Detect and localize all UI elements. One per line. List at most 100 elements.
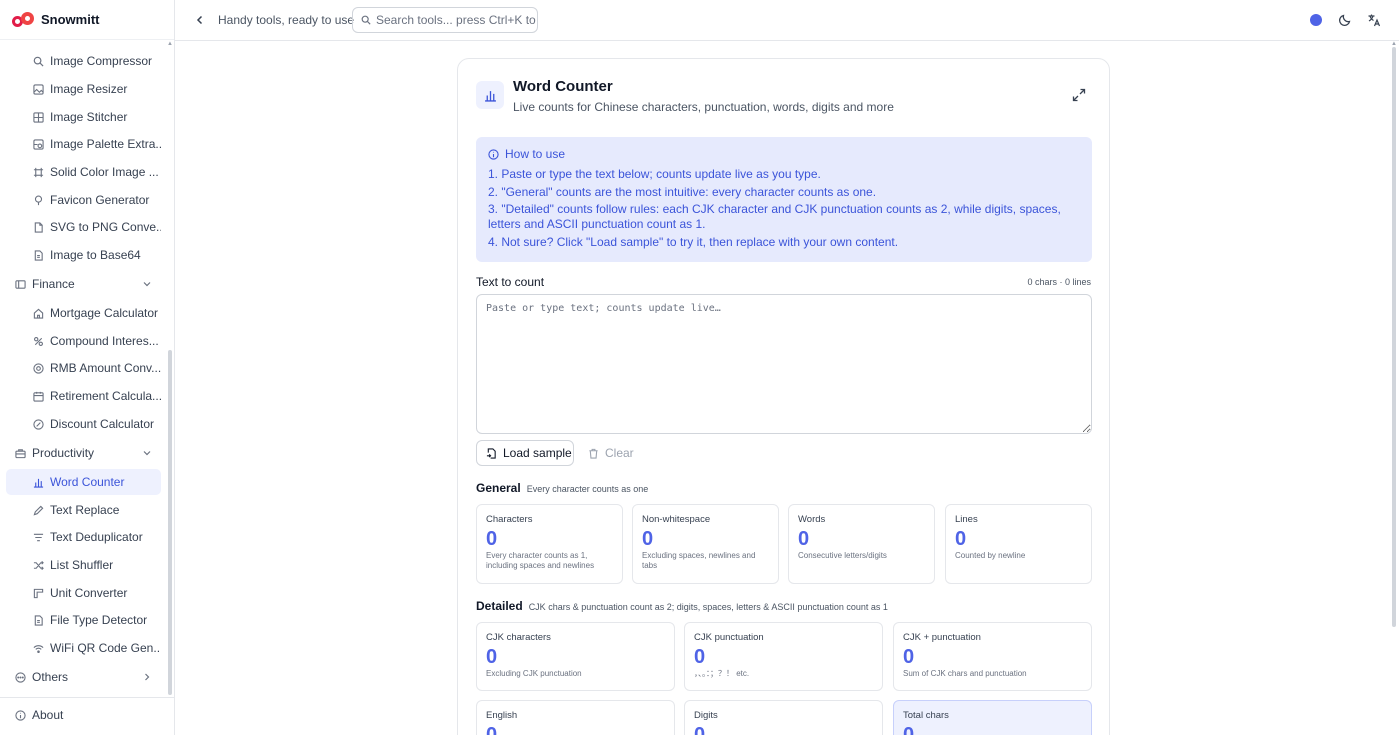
- wifi-icon: [33, 643, 44, 654]
- page-scrollbar[interactable]: [1392, 47, 1396, 627]
- stat-label: CJK + punctuation: [903, 632, 981, 643]
- sidebar-scrollbar[interactable]: [168, 350, 172, 695]
- sidebar-item-word-counter[interactable]: Word Counter: [6, 469, 161, 495]
- sidebar-item-mortgage-calculator[interactable]: Mortgage Calculator: [6, 300, 161, 326]
- stat-value: 0: [486, 528, 498, 550]
- how-to-step: 4. Not sure? Click "Load sample" to try …: [488, 234, 899, 249]
- pencil-icon: [33, 505, 44, 516]
- trash-icon: [588, 448, 599, 459]
- sidebar-item-retirement-calculator[interactable]: Retirement Calcula...: [6, 383, 161, 409]
- discount-icon: [33, 418, 44, 430]
- stat-cjk-characters: CJK characters 0 Excluding CJK punctuati…: [476, 622, 675, 691]
- brush-icon: [33, 195, 44, 206]
- sidebar-item-list-shuffler[interactable]: List Shuffler: [6, 552, 161, 578]
- sidebar-item-label: About: [32, 708, 64, 722]
- sidebar-divider: [0, 697, 175, 698]
- sidebar-item-rmb-amount-converter[interactable]: RMB Amount Conv...: [6, 355, 161, 381]
- file-icon: [33, 249, 44, 261]
- load-sample-button[interactable]: Load sample: [476, 440, 574, 466]
- stat-label: English: [486, 710, 518, 721]
- sidebar-item-label: Image Resizer: [50, 82, 128, 96]
- sidebar-item-label: SVG to PNG Conve...: [50, 220, 161, 234]
- bar-chart-icon: [476, 81, 504, 109]
- filter-icon: [33, 532, 44, 543]
- chevron-right-icon: [145, 673, 150, 681]
- file-import-icon: [486, 447, 497, 459]
- grid-icon: [33, 111, 44, 123]
- sidebar-item-label: Image to Base64: [50, 248, 141, 262]
- sidebar-item-text-deduplicator[interactable]: Text Deduplicator: [6, 524, 161, 550]
- how-to-use-panel: How to use 1. Paste or type the text bel…: [476, 137, 1092, 262]
- snowmitt-logo-icon: [12, 11, 36, 28]
- search-icon: [361, 15, 371, 25]
- stat-label: Non-whitespace: [642, 514, 711, 525]
- file-icon: [33, 221, 44, 233]
- stat-value: 0: [486, 724, 498, 735]
- translate-icon[interactable]: [1367, 13, 1381, 27]
- header-tagline: Handy tools, ready to use: [218, 13, 355, 27]
- stat-desc: Excluding CJK punctuation: [486, 669, 582, 678]
- sidebar-item-about[interactable]: About: [15, 708, 63, 722]
- finance-icon: [15, 279, 26, 290]
- stat-label: CJK characters: [486, 632, 551, 643]
- home-icon: [33, 308, 44, 319]
- coin-icon: [33, 362, 44, 374]
- back-button[interactable]: [193, 13, 207, 27]
- sidebar-item-label: File Type Detector: [50, 613, 148, 627]
- page-scroll-up-icon[interactable]: ▲: [1391, 41, 1397, 47]
- expand-icon[interactable]: [1072, 88, 1086, 102]
- sidebar-item-label: Mortgage Calculator: [50, 306, 159, 320]
- chevron-left-icon: [196, 15, 203, 25]
- stat-desc: Excluding spaces, newlines and tabs: [642, 551, 756, 570]
- sidebar-item-image-stitcher[interactable]: Image Stitcher: [6, 104, 161, 130]
- stat-label: CJK punctuation: [694, 632, 764, 643]
- sidebar-item-file-type-detector[interactable]: File Type Detector: [6, 607, 161, 633]
- clear-button[interactable]: Clear: [588, 440, 634, 466]
- text-input[interactable]: [476, 294, 1092, 434]
- stat-characters: Characters 0 Every character counts as 1…: [476, 504, 623, 584]
- sidebar-item-favicon-generator[interactable]: Favicon Generator: [6, 187, 161, 213]
- stat-cjk-plus-punctuation: CJK + punctuation 0 Sum of CJK chars and…: [893, 622, 1092, 691]
- sidebar-item-unit-converter[interactable]: Unit Converter: [6, 580, 161, 606]
- stat-desc: Consecutive letters/digits: [798, 551, 887, 560]
- sidebar-item-svg-to-png[interactable]: SVG to PNG Conve...: [6, 214, 161, 240]
- sidebar-group-productivity[interactable]: Productivity: [6, 440, 161, 466]
- theme-color-button[interactable]: [1310, 14, 1322, 26]
- stat-english: English 0: [476, 700, 675, 735]
- sidebar-group-finance[interactable]: Finance: [6, 271, 161, 297]
- stat-value: 0: [903, 724, 915, 735]
- search-box[interactable]: [352, 7, 538, 33]
- sidebar-item-image-palette-extractor[interactable]: Image Palette Extra...: [6, 131, 161, 157]
- stat-value: 0: [903, 646, 915, 668]
- sidebar-item-label: Unit Converter: [50, 586, 128, 600]
- brand[interactable]: Snowmitt: [0, 0, 174, 40]
- sidebar-item-text-replace[interactable]: Text Replace: [6, 497, 161, 523]
- how-to-step: 2. "General" counts are the most intuiti…: [488, 184, 877, 199]
- sidebar-item-compound-interest[interactable]: Compound Interes...: [6, 328, 161, 354]
- detailed-section-title: Detailed CJK chars & punctuation count a…: [476, 599, 888, 613]
- briefcase-icon: [15, 448, 26, 459]
- sidebar-item-label: Text Replace: [50, 503, 120, 517]
- stat-desc: Counted by newline: [955, 551, 1026, 560]
- search-input[interactable]: [376, 13, 536, 27]
- stat-desc: Sum of CJK chars and punctuation: [903, 669, 1027, 678]
- sidebar-group-label: Others: [32, 670, 69, 684]
- sidebar-group-others[interactable]: Others: [6, 664, 161, 690]
- sidebar-item-image-to-base64[interactable]: Image to Base64: [6, 242, 161, 268]
- moon-icon[interactable]: [1338, 13, 1352, 27]
- tool-title: Word Counter: [513, 78, 613, 95]
- general-title: General: [476, 481, 521, 495]
- tool-card: Word Counter Live counts for Chinese cha…: [457, 58, 1110, 735]
- stat-label: Digits: [694, 710, 718, 721]
- sidebar-item-image-resizer[interactable]: Image Resizer: [6, 76, 161, 102]
- sidebar-item-label: Retirement Calcula...: [50, 389, 161, 403]
- load-sample-label: Load sample: [503, 446, 572, 460]
- file-icon: [33, 614, 44, 626]
- sidebar-item-label: Discount Calculator: [50, 417, 155, 431]
- sidebar-item-wifi-qr-code[interactable]: WiFi QR Code Gen...: [6, 635, 161, 661]
- chevron-down-icon: [143, 451, 151, 456]
- sidebar-scroll-up-icon[interactable]: ▲: [167, 41, 173, 47]
- sidebar-item-image-compressor[interactable]: Image Compressor: [6, 48, 161, 74]
- sidebar-item-discount-calculator[interactable]: Discount Calculator: [6, 411, 161, 437]
- sidebar-item-solid-color-image[interactable]: Solid Color Image ...: [6, 159, 161, 185]
